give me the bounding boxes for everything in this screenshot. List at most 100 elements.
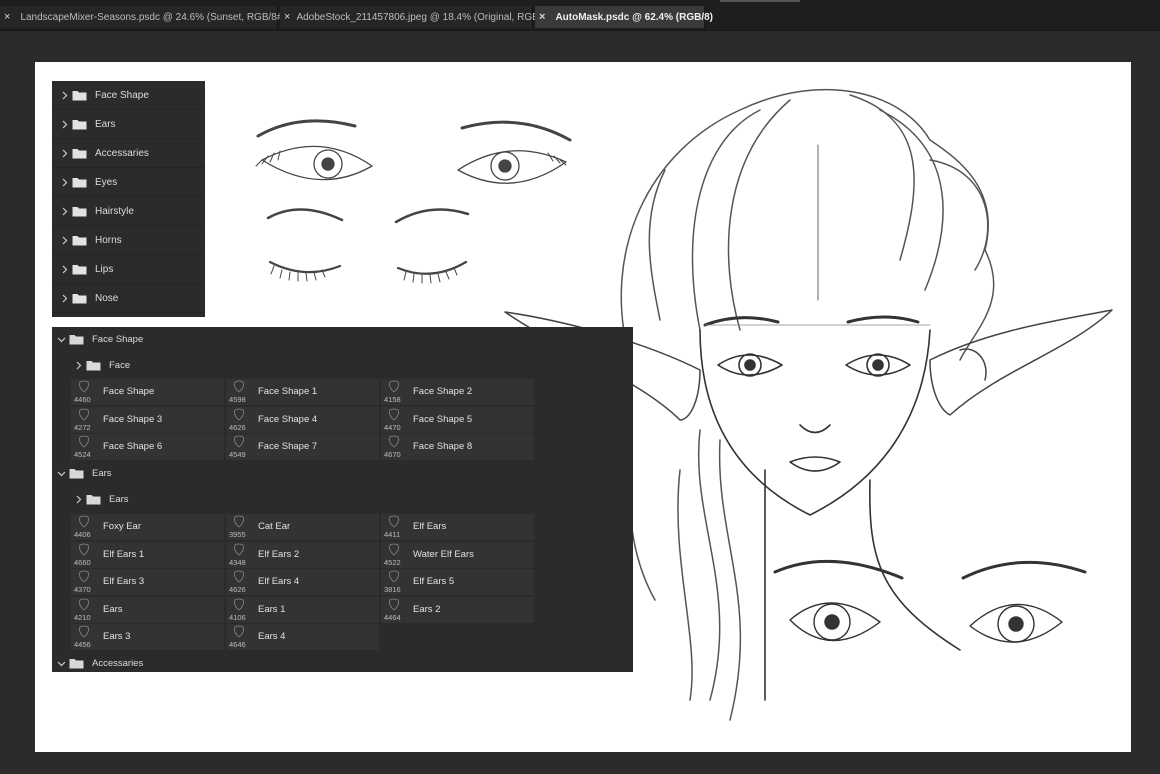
asset-thumbnail-item[interactable]: 4470 Face Shape 5 (381, 406, 534, 433)
library-folder-row[interactable]: Face Shape (52, 81, 205, 110)
asset-thumbnail-item[interactable]: 3955 Cat Ear (226, 514, 379, 540)
chevron-right-icon[interactable] (60, 265, 69, 274)
library-folder-row[interactable]: Horns (52, 226, 205, 255)
group-face-shape[interactable]: Face Shape (52, 328, 633, 350)
tab-automask[interactable]: × AutoMask.psdc @ 62.4% (RGB/8) (535, 6, 713, 28)
library-folder-row[interactable]: Hairstyle (52, 197, 205, 226)
asset-thumbnail-item[interactable]: 4464 Ears 2 (381, 596, 534, 623)
asset-preview-icon (79, 570, 89, 583)
asset-thumbnail-item[interactable]: 4370 Elf Ears 3 (71, 569, 224, 595)
asset-count: 4626 (229, 422, 246, 432)
library-folder-label: Nose (95, 292, 119, 304)
library-folder-label: Face Shape (95, 89, 149, 101)
chevron-down-icon[interactable] (57, 335, 66, 344)
folder-icon (72, 119, 87, 129)
tab-close-button[interactable]: × (539, 11, 545, 23)
asset-count: 4106 (229, 612, 246, 622)
subgroup-face[interactable]: Face (52, 354, 633, 376)
asset-thumbnail-item[interactable]: 4272 Face Shape 3 (71, 406, 224, 433)
chevron-right-icon[interactable] (74, 495, 83, 504)
asset-label: Cat Ear (258, 521, 291, 532)
asset-thumbnail-item[interactable]: 4411 Elf Ears (381, 514, 534, 540)
folder-icon (72, 90, 87, 100)
chevron-right-icon[interactable] (60, 207, 69, 216)
chevron-right-icon[interactable] (60, 178, 69, 187)
library-folder-row[interactable]: Ears (52, 110, 205, 139)
asset-thumbnail-item[interactable]: 4348 Elf Ears 2 (226, 541, 379, 568)
asset-thumbnail-item[interactable]: 4660 Elf Ears 1 (71, 541, 224, 568)
library-folder-row[interactable]: Eyes (52, 168, 205, 197)
asset-thumbnail-item[interactable]: 4626 Elf Ears 4 (226, 569, 379, 595)
asset-label: Face Shape 4 (258, 413, 318, 425)
eye-study-sketches (255, 119, 572, 284)
asset-thumbnail-item[interactable]: 4456 Ears 3 (71, 624, 224, 650)
asset-label: Elf Ears 3 (103, 576, 145, 587)
asset-count: 4456 (74, 640, 91, 649)
asset-thumbnail-item[interactable]: 4210 Ears (71, 596, 224, 623)
asset-label: Elf Ears 1 (103, 548, 145, 560)
chevron-right-icon[interactable] (60, 120, 69, 129)
chevron-right-icon[interactable] (60, 294, 69, 303)
asset-thumbnail-item[interactable]: 4406 Foxy Ear (71, 514, 224, 540)
asset-thumbnail-item[interactable]: 4670 Face Shape 8 (381, 434, 534, 460)
asset-preview-icon (79, 543, 89, 556)
chevron-right-icon[interactable] (60, 91, 69, 100)
folder-open-icon (69, 334, 84, 344)
asset-preview-icon (389, 408, 399, 421)
asset-preview-icon (389, 598, 399, 611)
library-folder-row[interactable]: Accessaries (52, 139, 205, 168)
asset-preview-icon (234, 625, 244, 638)
asset-preview-icon (79, 408, 89, 421)
chevron-right-icon[interactable] (60, 149, 69, 158)
tab-landscapemixer[interactable]: × LandscapeMixer-Seasons.psdc @ 24.6% (S… (0, 6, 286, 28)
asset-label: Ears 1 (258, 603, 286, 615)
chevron-right-icon[interactable] (74, 361, 83, 370)
chevron-down-icon[interactable] (57, 469, 66, 478)
asset-thumbnail-item[interactable]: 4460 Face Shape (71, 379, 224, 405)
folder-icon (72, 293, 87, 303)
asset-count: 4524 (74, 450, 91, 459)
asset-thumbnail-item[interactable]: 3816 Elf Ears 5 (381, 569, 534, 595)
chevron-right-icon[interactable] (60, 236, 69, 245)
folder-icon (86, 494, 101, 504)
asset-preview-icon (79, 598, 89, 611)
asset-label: Face Shape 7 (258, 441, 318, 452)
asset-thumbnail-item[interactable]: 4524 Face Shape 6 (71, 434, 224, 460)
asset-count: 4411 (384, 530, 401, 539)
tab-label: AutoMask.psdc @ 62.4% (RGB/8) (555, 11, 714, 23)
tab-close-button[interactable]: × (4, 11, 10, 23)
subgroup-ears[interactable]: Ears (52, 488, 633, 510)
asset-thumbnail-item[interactable]: 4646 Ears 4 (226, 624, 379, 650)
group-accessaries[interactable]: Accessaries (52, 652, 633, 674)
asset-count: 4670 (384, 450, 401, 459)
group-label: Ears (92, 467, 112, 479)
asset-preview-icon (389, 570, 399, 583)
asset-preview-icon (234, 543, 244, 556)
asset-thumbnail-item[interactable]: 4522 Water Elf Ears (381, 541, 534, 568)
asset-thumbnail-item[interactable]: 4549 Face Shape 7 (226, 434, 379, 460)
asset-thumbnail-item[interactable]: 4626 Face Shape 4 (226, 406, 379, 433)
asset-thumbnail-item[interactable]: 4598 Face Shape 1 (226, 379, 379, 405)
tab-adobestock[interactable]: × AdobeStock_211457806.jpeg @ 18.4% (Ori… (280, 6, 557, 28)
chevron-down-icon[interactable] (57, 659, 66, 668)
asset-count: 4549 (229, 450, 246, 459)
asset-thumbnail-item[interactable]: 4106 Ears 1 (226, 596, 379, 623)
asset-label: Face Shape 2 (413, 386, 473, 397)
asset-thumbnail-item[interactable]: 4158 Face Shape 2 (381, 379, 534, 405)
group-ears[interactable]: Ears (52, 462, 633, 484)
library-folder-label: Lips (95, 263, 114, 275)
hair-sketch (620, 88, 995, 721)
asset-count: 4598 (229, 395, 246, 404)
tab-close-button[interactable]: × (284, 11, 290, 23)
library-folder-label: Ears (95, 118, 116, 130)
folder-icon (72, 206, 87, 216)
asset-label: Ears (103, 603, 123, 615)
asset-count: 3816 (384, 585, 401, 594)
tab-bar-edge (720, 0, 800, 2)
asset-preview-icon (389, 515, 399, 528)
library-folder-row[interactable]: Nose (52, 284, 205, 313)
subgroup-label: Face (109, 359, 131, 371)
asset-count: 3955 (229, 530, 246, 539)
library-folder-row[interactable]: Lips (52, 255, 205, 284)
asset-label: Elf Ears (413, 521, 447, 532)
